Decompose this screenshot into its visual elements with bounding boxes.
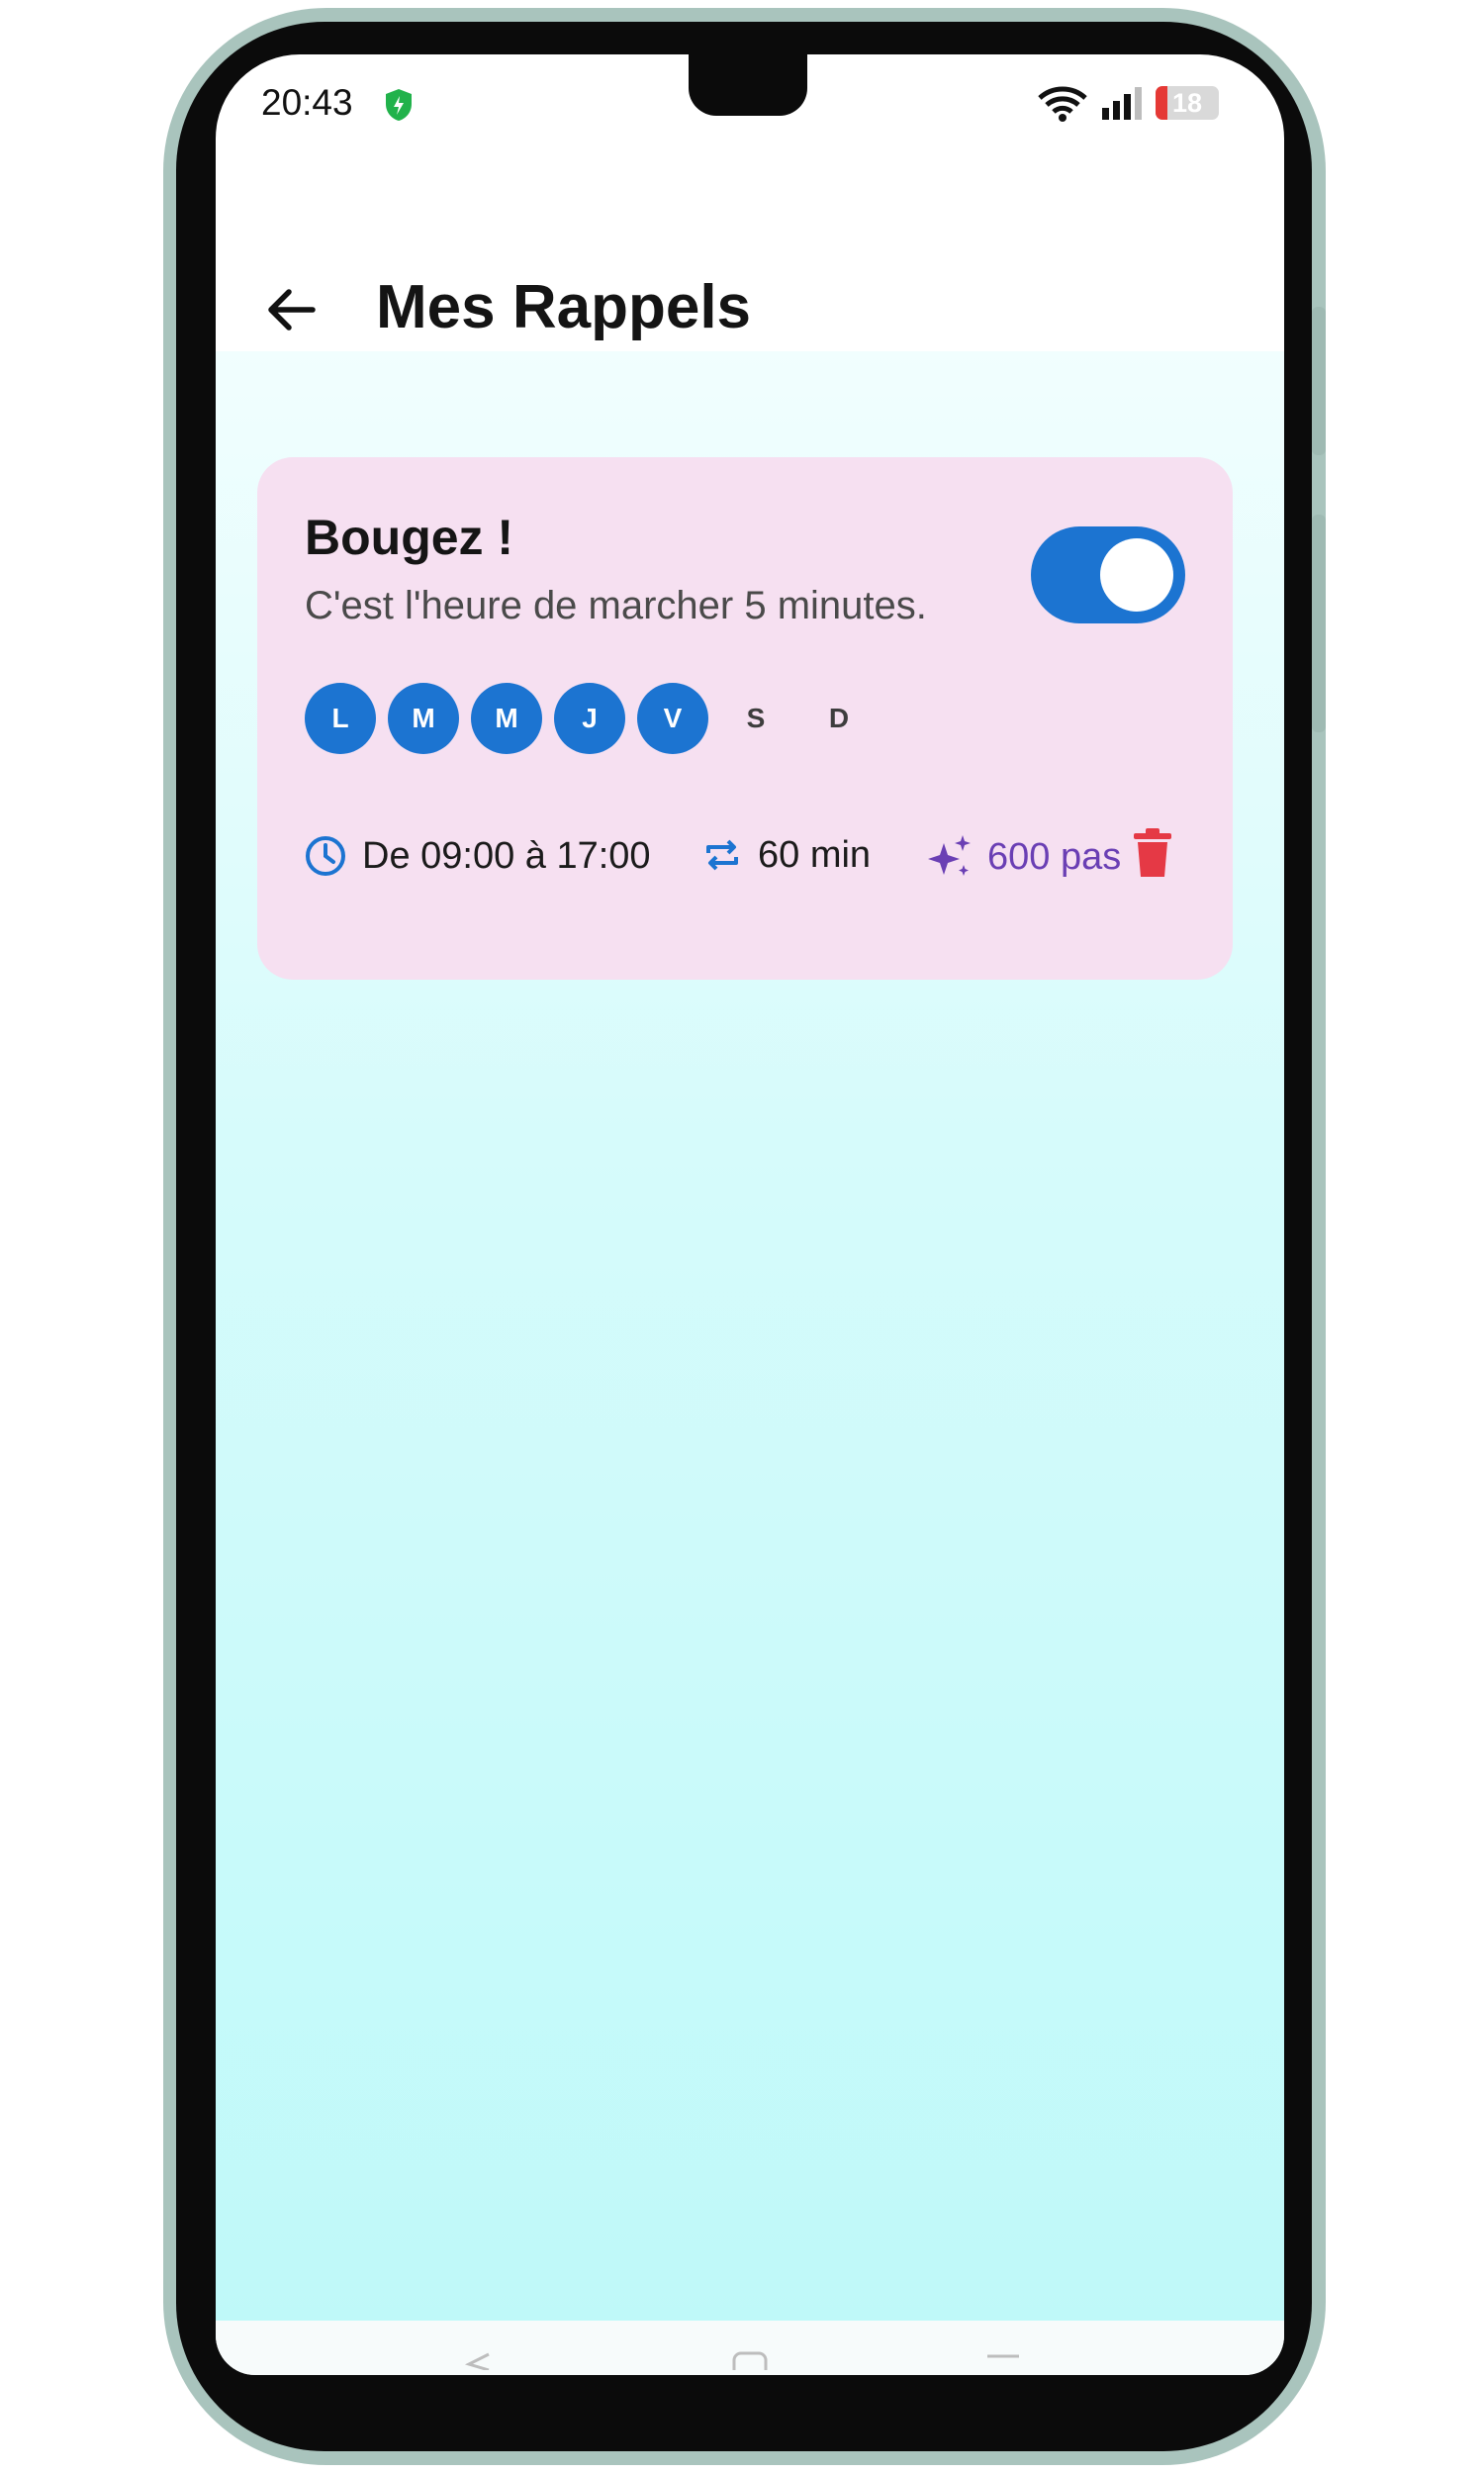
- day-chip-sunday[interactable]: D: [803, 683, 875, 754]
- interval-label: 60 min: [758, 833, 872, 876]
- reminder-message: C'est l'heure de marcher 5 minutes.: [305, 584, 927, 627]
- phone-screen: 20:43 18 Mes Rappels Bougez ! C'est l'he…: [216, 54, 1284, 2375]
- clock-icon: [306, 836, 345, 876]
- sparkle-icon: [928, 835, 971, 876]
- shield-icon: [386, 89, 412, 121]
- battery-icon: 18: [1156, 86, 1219, 120]
- nav-menu-icon[interactable]: [985, 2350, 1021, 2370]
- status-time: 20:43: [261, 82, 353, 123]
- trash-icon[interactable]: [1132, 827, 1173, 879]
- page-title: Mes Rappels: [376, 273, 752, 341]
- nav-home-icon[interactable]: [732, 2350, 768, 2370]
- system-nav-bar: [216, 2321, 1284, 2375]
- day-chip-saturday[interactable]: S: [720, 683, 791, 754]
- steps-label: 600 pas: [987, 835, 1122, 878]
- time-range-label: De 09:00 à 17:00: [362, 834, 651, 877]
- interval: 60 min: [700, 833, 871, 877]
- day-chip-wednesday[interactable]: M: [471, 683, 542, 754]
- day-chip-monday[interactable]: L: [305, 683, 376, 754]
- status-icons: 18: [1037, 84, 1219, 122]
- back-arrow-icon[interactable]: [261, 280, 321, 339]
- power-button: [1312, 307, 1326, 455]
- volume-button: [1312, 515, 1326, 732]
- time-range: De 09:00 à 17:00: [303, 833, 651, 879]
- reminder-enabled-toggle[interactable]: [1031, 526, 1185, 623]
- reminder-card[interactable]: Bougez ! C'est l'heure de marcher 5 minu…: [257, 457, 1233, 980]
- day-chip-tuesday[interactable]: M: [388, 683, 459, 754]
- repeat-icon: [706, 839, 738, 871]
- toggle-knob: [1100, 538, 1173, 612]
- battery-level: 18: [1171, 87, 1203, 118]
- steps-goal: 600 pas: [926, 833, 1121, 881]
- reminder-title: Bougez !: [305, 510, 514, 565]
- day-chip-thursday[interactable]: J: [554, 683, 625, 754]
- signal-icon: [1102, 87, 1142, 120]
- reminders-list: Bougez ! C'est l'heure de marcher 5 minu…: [216, 351, 1284, 2321]
- weekday-selector: L M M J V S D: [305, 683, 875, 754]
- wifi-icon: [1038, 86, 1087, 122]
- camera-notch: [689, 54, 807, 116]
- day-chip-friday[interactable]: V: [637, 683, 708, 754]
- nav-back-icon[interactable]: [463, 2350, 493, 2370]
